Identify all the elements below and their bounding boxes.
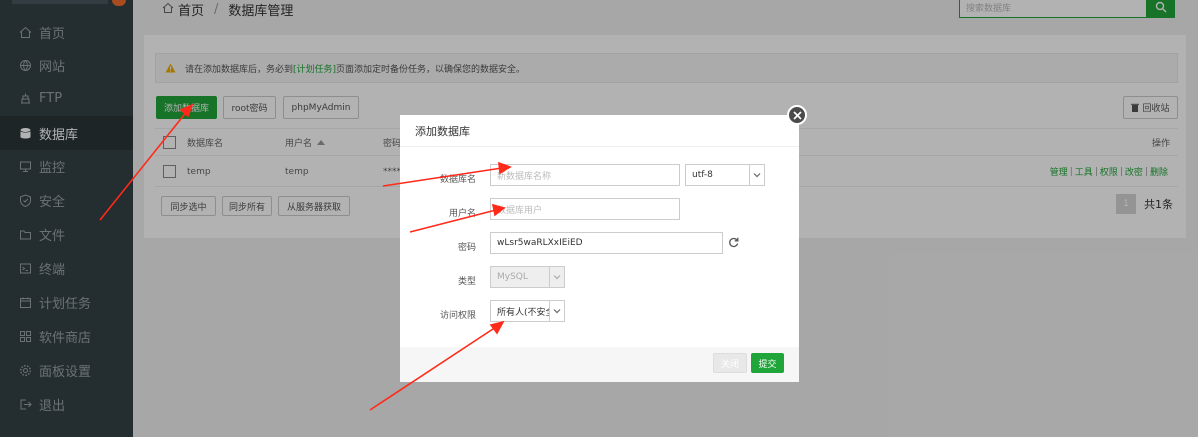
- type-value: MySQL: [497, 272, 528, 282]
- username-label: 用户名: [448, 209, 476, 219]
- chevron-down-icon: [749, 164, 764, 186]
- close-dialog-icon[interactable]: [787, 105, 807, 125]
- type-select: MySQL: [490, 266, 565, 288]
- dialog-title: 添加数据库: [400, 115, 799, 147]
- refresh-password-icon[interactable]: [728, 237, 739, 251]
- close-dialog-button[interactable]: 关闭: [713, 353, 747, 373]
- submit-button[interactable]: 提交: [751, 353, 784, 373]
- access-select[interactable]: 所有人(不安全): [490, 300, 565, 322]
- password-label: 密码: [457, 243, 476, 253]
- add-database-dialog: 添加数据库 数据库名 新数据库名称 utf-8 用户名 数据库用户 密码 wLs…: [400, 115, 799, 382]
- chevron-down-icon: [549, 301, 564, 321]
- type-label: 类型: [457, 277, 476, 287]
- charset-select[interactable]: utf-8: [685, 164, 765, 186]
- db-name-input[interactable]: 新数据库名称: [490, 164, 680, 186]
- db-name-label: 数据库名: [439, 175, 476, 185]
- chevron-down-icon: [549, 266, 564, 288]
- username-input[interactable]: 数据库用户: [490, 198, 680, 220]
- charset-value: utf-8: [692, 170, 713, 180]
- access-label: 访问权限: [439, 311, 476, 321]
- password-input[interactable]: wLsr5waRLXxIEiED: [490, 232, 723, 254]
